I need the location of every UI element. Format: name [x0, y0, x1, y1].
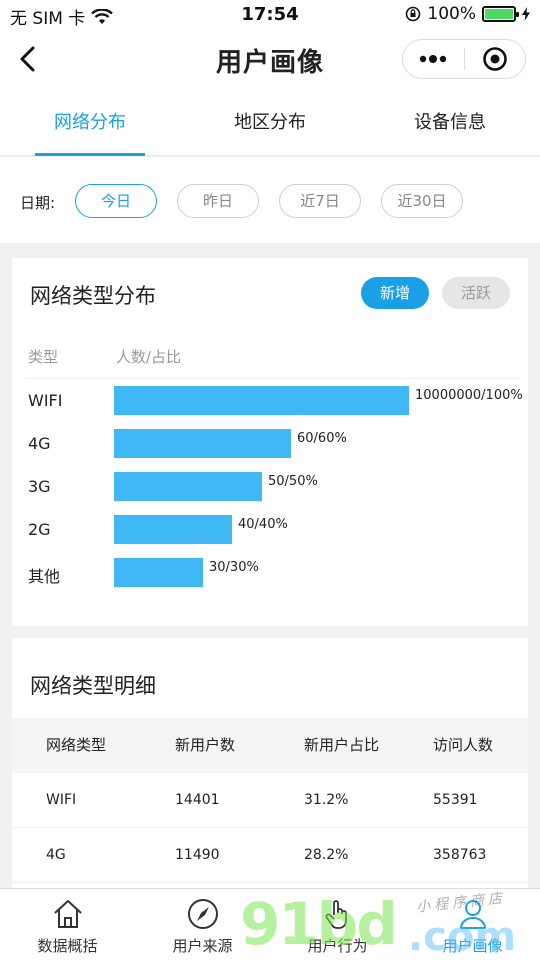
table-row: WIFI 14401 31.2% 55391 [12, 773, 528, 828]
category-tabs: 网络分布 地区分布 设备信息 [0, 90, 540, 156]
tab-data-overview[interactable]: 数据概括 [0, 889, 135, 960]
date-option-today[interactable]: 今日 [75, 184, 157, 218]
column-header: 网络类型 [46, 736, 107, 754]
more-button[interactable] [403, 40, 464, 78]
bar [114, 472, 262, 501]
date-label: 日期: [20, 194, 56, 212]
charging-icon [522, 7, 530, 21]
bar [114, 558, 203, 587]
bar-label: WIFI [28, 391, 63, 410]
bottom-tab-bar: 数据概括 用户来源 用户行为 用户画像 [0, 888, 540, 960]
home-icon [53, 900, 82, 928]
network-distribution-card: 网络类型分布 新增 活跃 类型 人数/占比 WIFI 10000000/100%… [12, 258, 528, 626]
bar-row: 3G 50/50% [12, 472, 528, 502]
bar-value: 40/40% [238, 517, 288, 532]
bar-label: 4G [28, 434, 51, 453]
bar-value: 10000000/100% [415, 388, 523, 403]
navigation-bar: 用户画像 [0, 30, 540, 90]
table-cell: 31.2% [304, 792, 349, 808]
user-icon [459, 900, 486, 929]
status-right: 100% [405, 4, 530, 24]
table-cell: 14401 [175, 792, 220, 808]
bar-label: 其他 [28, 567, 61, 586]
bar-row: 其他 30/30% [12, 558, 528, 588]
battery-percent: 100% [427, 4, 476, 24]
tab-device-info[interactable]: 设备信息 [360, 90, 540, 155]
bar-row: 4G 60/60% [12, 429, 528, 459]
hand-pointer-icon [325, 900, 347, 929]
bar-value: 30/30% [209, 560, 259, 575]
rotation-lock-icon [406, 6, 421, 22]
tab-network-distribution[interactable]: 网络分布 [0, 90, 180, 156]
table-cell: 4G [46, 847, 66, 863]
table-row: 4G 11490 28.2% 358763 [12, 828, 528, 883]
bar-label: 3G [28, 477, 51, 496]
table-cell: 28.2% [304, 847, 349, 863]
table-cell: 11490 [175, 847, 220, 863]
column-header: 访问人数 [433, 736, 494, 754]
active-users-toggle[interactable]: 活跃 [442, 277, 510, 309]
table-header: 网络类型 新用户数 新用户占比 访问人数 [12, 718, 528, 773]
table-cell: 55391 [433, 792, 478, 808]
bar-value: 60/60% [297, 431, 347, 446]
column-header-type: 类型 [28, 348, 59, 366]
column-header-count: 人数/占比 [116, 348, 182, 366]
tab-region-distribution[interactable]: 地区分布 [180, 90, 360, 155]
tab-label: 数据概括 [37, 937, 98, 955]
battery-icon [482, 6, 519, 22]
status-bar: 无 SIM 卡 17:54 100% [0, 0, 540, 30]
tab-label: 用户来源 [172, 937, 233, 955]
date-option-30days[interactable]: 近30日 [381, 184, 463, 218]
tab-user-behavior[interactable]: 用户行为 [270, 889, 405, 960]
more-dots-icon [420, 55, 447, 63]
bar-row: WIFI 10000000/100% [12, 386, 528, 416]
bar-value: 50/50% [268, 474, 318, 489]
column-header: 新用户占比 [304, 736, 380, 754]
tab-label: 用户行为 [307, 937, 368, 955]
table-cell: 358763 [433, 847, 487, 863]
compass-icon [187, 899, 218, 929]
tab-user-portrait[interactable]: 用户画像 [405, 889, 540, 960]
bar [114, 386, 409, 415]
column-header: 新用户数 [175, 736, 236, 754]
tab-user-source[interactable]: 用户来源 [135, 889, 270, 960]
date-option-yesterday[interactable]: 昨日 [177, 184, 259, 218]
date-option-7days[interactable]: 近7日 [279, 184, 361, 218]
card-title: 网络类型分布 [30, 284, 156, 308]
bar [114, 429, 291, 458]
table-cell: WIFI [46, 792, 77, 808]
bar-label: 2G [28, 520, 51, 539]
bar-row: 2G 40/40% [12, 515, 528, 545]
network-detail-card: 网络类型明细 网络类型 新用户数 新用户占比 访问人数 WIFI 14401 3… [12, 638, 528, 898]
tab-label: 用户画像 [442, 937, 503, 955]
close-program-button[interactable] [465, 40, 526, 78]
mini-program-capsule [402, 39, 526, 79]
target-circle-icon [482, 47, 507, 71]
date-filter: 日期: 今日 昨日 近7日 近30日 [0, 157, 540, 243]
card-title: 网络类型明细 [30, 674, 156, 698]
new-users-toggle[interactable]: 新增 [361, 277, 429, 309]
bar [114, 515, 232, 544]
